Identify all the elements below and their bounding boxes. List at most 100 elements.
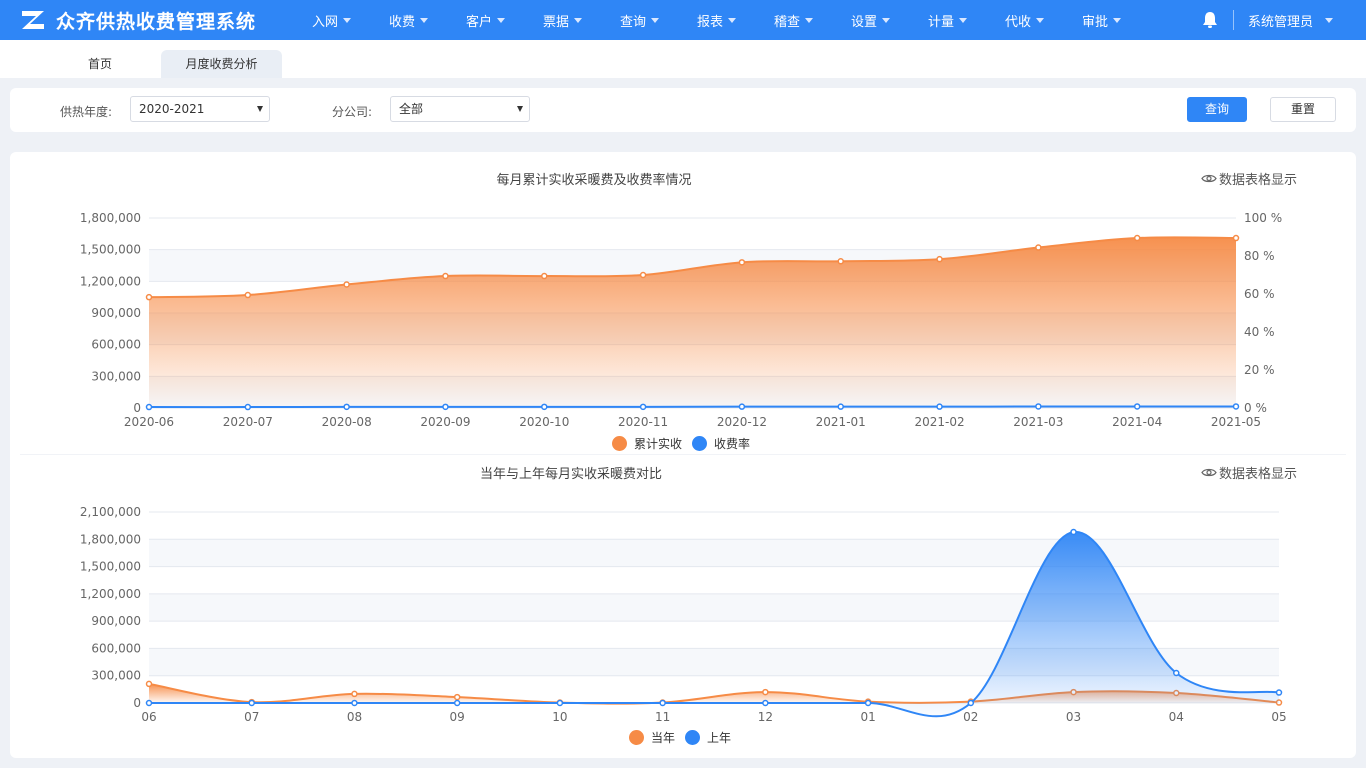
data-point	[738, 403, 746, 410]
y2-tick-label: 80 %	[1244, 249, 1275, 263]
data-point	[343, 281, 350, 288]
y-tick-label: 0	[133, 696, 141, 710]
y-tick-label: 1,500,000	[80, 243, 141, 257]
x-tick-label: 2020-11	[618, 415, 668, 429]
data-point	[1173, 669, 1180, 677]
data-point	[351, 699, 358, 707]
data-point	[1232, 234, 1240, 242]
y-tick-label: 600,000	[91, 338, 141, 352]
data-point	[351, 690, 358, 698]
x-tick-label: 2021-01	[816, 415, 866, 429]
legend-marker	[692, 436, 708, 451]
y-tick-label: 300,000	[91, 669, 141, 683]
x-tick-label: 07	[244, 710, 259, 724]
y2-tick-label: 100 %	[1244, 211, 1282, 225]
x-tick-label: 09	[450, 710, 465, 724]
y-tick-label: 900,000	[91, 306, 141, 320]
y-tick-label: 1,200,000	[80, 587, 141, 601]
x-tick-label: 2020-08	[322, 415, 372, 429]
series-line	[148, 405, 1236, 409]
y-tick-label: 0	[133, 401, 141, 415]
data-point	[762, 688, 769, 696]
y-tick-label: 1,800,000	[80, 532, 141, 546]
data-point	[244, 291, 252, 299]
x-tick-label: 11	[655, 710, 670, 724]
x-tick-label: 08	[347, 710, 362, 724]
y-tick-label: 1,800,000	[80, 211, 141, 225]
data-point	[639, 271, 647, 279]
x-tick-label: 01	[860, 710, 875, 724]
legend-label: 收费率	[714, 437, 751, 451]
y-tick-label: 600,000	[91, 641, 141, 655]
legend-marker	[685, 730, 701, 745]
y2-tick-label: 20 %	[1244, 363, 1275, 377]
data-point	[556, 699, 564, 707]
x-tick-label: 2021-03	[1013, 415, 1063, 429]
x-tick-label: 2020-10	[519, 415, 569, 429]
data-point	[145, 680, 153, 688]
data-point	[145, 293, 153, 301]
data-point	[442, 403, 449, 411]
legend-entry[interactable]: 上年	[685, 729, 731, 746]
data-point	[145, 699, 153, 707]
y2-tick-label: 60 %	[1244, 287, 1275, 301]
legend-entry[interactable]: 当年	[629, 729, 675, 746]
data-point	[639, 403, 647, 411]
data-point	[541, 272, 548, 280]
data-point	[453, 699, 461, 707]
legend-label: 累计实收	[634, 437, 683, 451]
data-point	[967, 699, 975, 707]
data-point	[244, 403, 252, 411]
y-tick-label: 900,000	[91, 614, 141, 628]
y2-tick-label: 40 %	[1244, 325, 1275, 339]
data-point	[738, 259, 746, 266]
x-tick-label: 2020-09	[420, 415, 470, 429]
x-tick-label: 2021-02	[914, 415, 964, 429]
data-point	[1275, 689, 1283, 696]
chart1-legend: 累计实收 收费率	[612, 435, 760, 452]
data-point	[837, 403, 844, 410]
x-tick-label: 10	[552, 710, 567, 724]
data-point	[1070, 528, 1077, 536]
data-point	[1035, 244, 1042, 251]
data-point	[145, 403, 153, 411]
data-point	[659, 699, 666, 707]
chart2-legend: 当年 上年	[629, 729, 741, 746]
y-tick-label: 2,100,000	[80, 505, 141, 519]
data-point	[762, 699, 769, 707]
data-point	[248, 699, 255, 707]
legend-marker	[612, 436, 627, 451]
data-point	[1133, 234, 1141, 242]
y2-tick-label: 0 %	[1244, 401, 1267, 415]
data-point	[1035, 403, 1042, 410]
x-tick-label: 03	[1066, 710, 1081, 724]
x-tick-label: 04	[1169, 710, 1184, 724]
data-point	[1133, 403, 1141, 410]
x-tick-label: 2020-07	[223, 415, 273, 429]
x-tick-label: 02	[963, 710, 978, 724]
legend-label: 当年	[651, 731, 676, 745]
x-tick-label: 06	[141, 710, 156, 724]
x-tick-label: 2021-05	[1211, 415, 1261, 429]
data-point	[442, 272, 449, 280]
x-tick-label: 12	[758, 710, 773, 724]
data-point	[343, 403, 350, 411]
y-tick-label: 1,500,000	[80, 560, 141, 574]
legend-entry[interactable]: 累计实收	[612, 435, 682, 452]
legend-entry[interactable]: 收费率	[692, 435, 750, 452]
data-point	[864, 699, 872, 707]
data-point	[837, 258, 844, 265]
y-tick-label: 1,200,000	[80, 274, 141, 288]
chart1-canvas: 0 300,000 600,000 900,000 1,200,000 1,500,000…	[80, 211, 1287, 724]
y-tick-label: 300,000	[91, 369, 141, 383]
legend-marker	[629, 730, 644, 745]
x-tick-label: 2021-04	[1112, 415, 1162, 429]
data-point	[936, 403, 943, 410]
x-tick-label: 2020-12	[717, 415, 767, 429]
data-point	[541, 403, 548, 411]
legend-label: 上年	[707, 731, 732, 745]
x-tick-label: 2020-06	[124, 415, 174, 429]
x-tick-label: 05	[1271, 710, 1286, 724]
data-point	[1232, 403, 1240, 410]
data-point	[453, 693, 461, 701]
